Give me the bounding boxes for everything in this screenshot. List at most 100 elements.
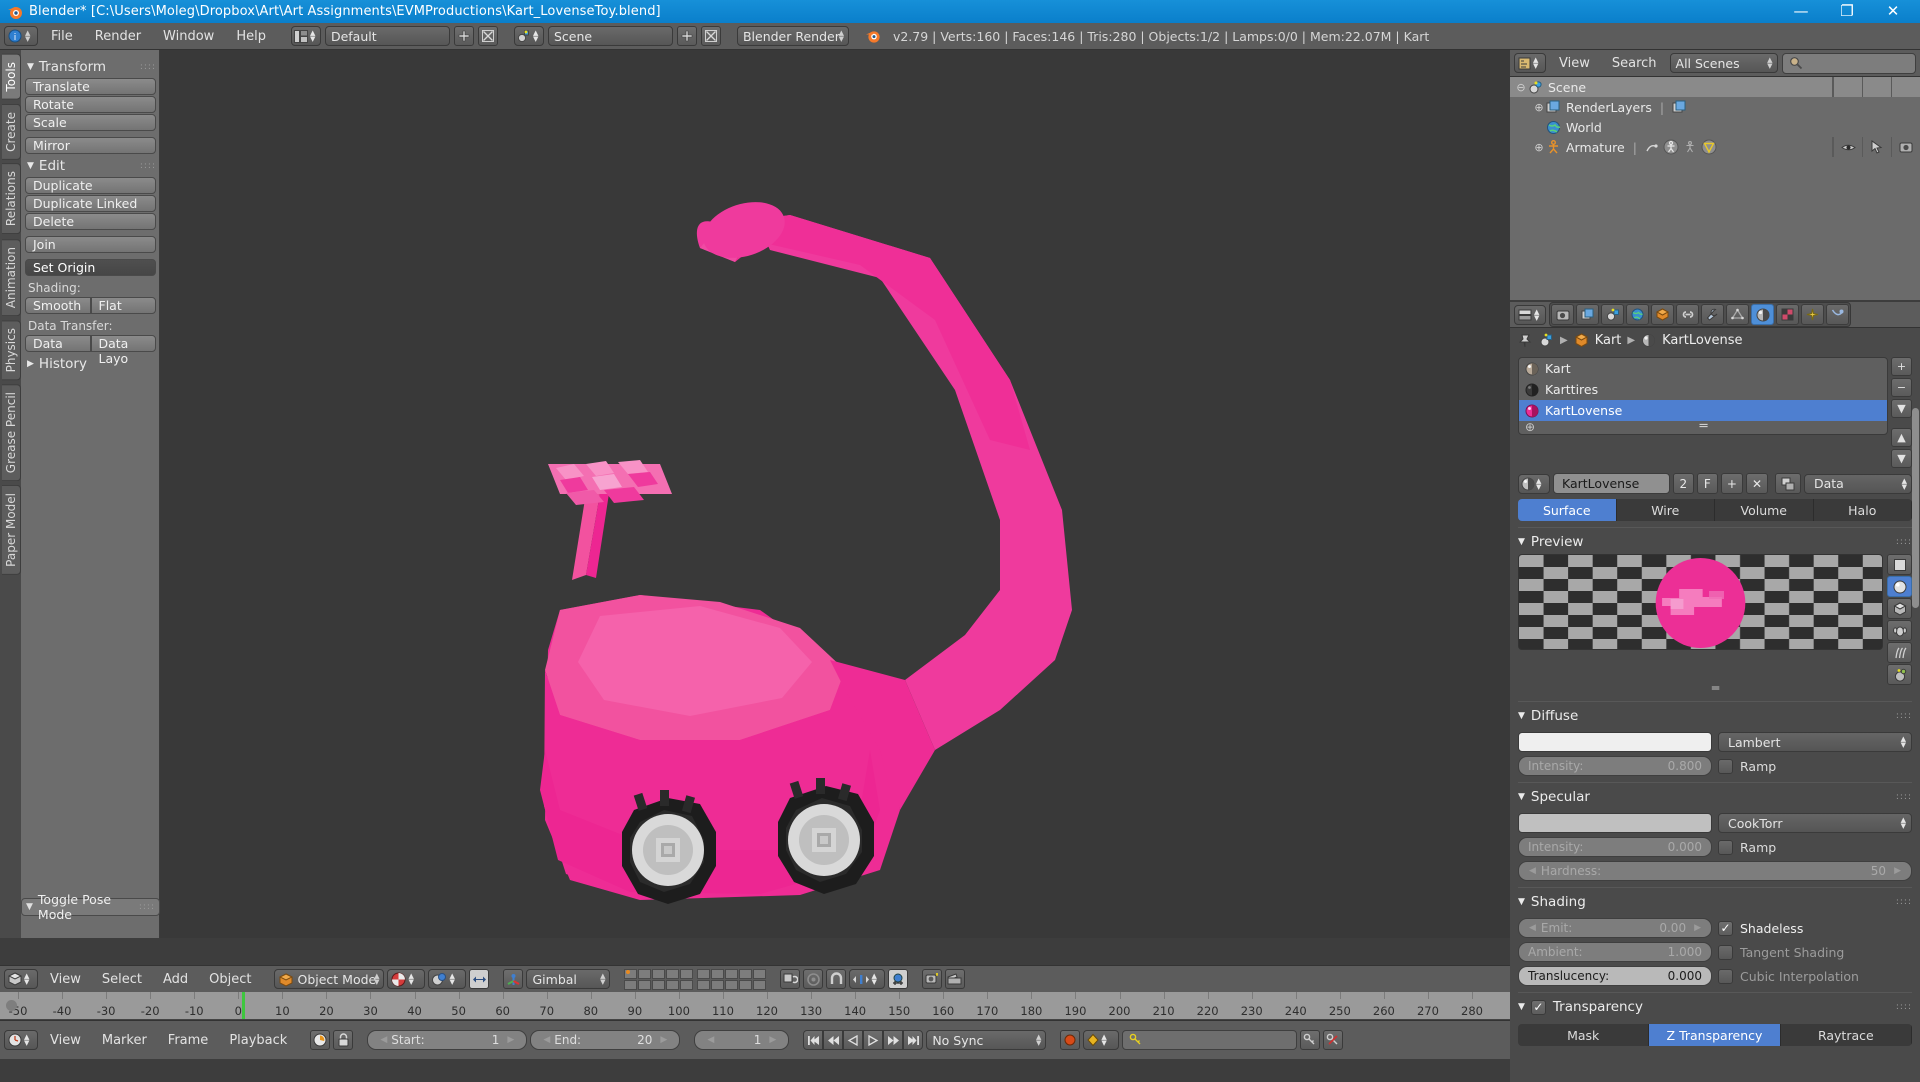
pivot-point-selector[interactable]: ▲ ▼ <box>428 969 467 989</box>
insert-keyframes-button[interactable] <box>1300 1030 1321 1050</box>
material-type-surface[interactable]: Surface <box>1518 499 1617 521</box>
restrict-select-toggle[interactable] <box>1862 137 1891 157</box>
armature-data-icon[interactable] <box>1663 139 1679 155</box>
preview-flat-button[interactable] <box>1887 554 1912 575</box>
transparency-mode-ztransp[interactable]: Z Transparency <box>1649 1024 1781 1046</box>
snap-magnet-toggle[interactable] <box>826 969 847 989</box>
active-keying-set-field[interactable] <box>1122 1030 1298 1050</box>
add-scene-button[interactable] <box>676 26 697 46</box>
tool-tab-animation[interactable]: Animation <box>2 238 21 316</box>
menu-help[interactable]: Help <box>227 27 275 46</box>
cubic-interpolation-row[interactable]: Cubic Interpolation <box>1718 966 1912 986</box>
timeline-menu-marker[interactable]: Marker <box>93 1031 156 1050</box>
material-slot-row[interactable]: Kart <box>1519 358 1887 379</box>
tab-scene[interactable] <box>1601 304 1624 325</box>
tool-tab-paper-model[interactable]: Paper Model <box>2 485 21 576</box>
menu-window[interactable]: Window <box>154 27 223 46</box>
material-type-volume[interactable]: Volume <box>1715 499 1814 521</box>
shadeless-row[interactable]: ✓ Shadeless <box>1718 918 1912 938</box>
material-slot-list-footer[interactable]: ⊕ ═ <box>1519 419 1887 434</box>
render-engine-selector[interactable]: Blender Render ▲ ▼ <box>736 26 849 46</box>
editor-type-selector-info[interactable]: i ▲ ▼ <box>4 26 38 46</box>
material-preview[interactable] <box>1518 554 1883 650</box>
translucency-field[interactable]: Translucency: 0.000 <box>1518 966 1712 986</box>
outliner-row-armature[interactable]: ⊕ Armature | <box>1510 137 1920 157</box>
panel-header-transform[interactable]: ▼ Transform :::: <box>25 56 156 78</box>
tool-tab-create[interactable]: Create <box>2 103 21 160</box>
tab-object[interactable] <box>1651 304 1674 325</box>
material-type-wire[interactable]: Wire <box>1616 499 1715 521</box>
object-icon[interactable] <box>1574 333 1589 348</box>
opengl-render-animation-button[interactable] <box>945 969 966 989</box>
diffuse-shader-selector[interactable]: Lambert ▲ ▼ <box>1718 732 1912 752</box>
editor-type-selector-view3d[interactable]: ▲ ▼ <box>4 969 38 989</box>
jump-to-end-button[interactable] <box>903 1030 924 1050</box>
ambient-field[interactable]: Ambient: 1.000 <box>1518 942 1712 962</box>
view3d-menu-select[interactable]: Select <box>93 970 151 989</box>
jump-to-start-button[interactable] <box>803 1030 824 1050</box>
menu-file[interactable]: File <box>42 27 82 46</box>
properties-scrollbar[interactable] <box>1912 408 1919 608</box>
close-button[interactable]: ✕ <box>1870 0 1916 23</box>
restrict-render-toggle[interactable] <box>1891 137 1920 157</box>
tool-tab-tools[interactable]: Tools <box>2 54 21 100</box>
tab-physics[interactable] <box>1826 304 1849 325</box>
snap-element-selector[interactable]: ▲ ▼ <box>849 969 886 989</box>
preview-hair-button[interactable] <box>1887 642 1912 663</box>
opengl-render-image-button[interactable] <box>922 969 943 989</box>
tab-modifiers[interactable] <box>1701 304 1724 325</box>
material-sphere-icon[interactable] <box>1641 333 1656 348</box>
outliner-display-mode-selector[interactable]: All Scenes ▲ ▼ <box>1669 53 1778 73</box>
view3d-menu-view[interactable]: View <box>41 970 90 989</box>
play-reverse-button[interactable] <box>843 1030 864 1050</box>
editor-type-selector-timeline[interactable]: ▲ ▼ <box>4 1030 38 1050</box>
specular-ramp-row[interactable]: Ramp <box>1718 837 1912 857</box>
collapse-icon[interactable]: ⊖ <box>1514 81 1528 94</box>
add-material-slot-button[interactable]: + <box>1891 357 1912 376</box>
join-button[interactable]: Join <box>25 236 156 253</box>
outliner-menu-view[interactable]: View <box>1550 54 1599 73</box>
use-preview-range-toggle[interactable] <box>310 1030 331 1050</box>
pin-icon[interactable] <box>1518 333 1533 348</box>
expand-icon[interactable]: ⊕ <box>1532 141 1546 154</box>
transparency-mode-raytrace[interactable]: Raytrace <box>1780 1024 1912 1046</box>
previous-keyframe-button[interactable] <box>823 1030 844 1050</box>
preview-sphere-button[interactable] <box>1887 576 1912 597</box>
outliner-row-scene[interactable]: ⊖ Scene <box>1510 77 1920 97</box>
specular-ramp-checkbox[interactable] <box>1718 839 1733 855</box>
screen-layout-icon-selector[interactable]: ▲ ▼ <box>290 26 321 46</box>
renderlayer-data-icon[interactable] <box>1672 100 1687 115</box>
fake-user-toggle[interactable]: F <box>1696 473 1718 494</box>
section-header-preview[interactable]: ▼ Preview :::: <box>1518 527 1912 554</box>
material-browse-selector[interactable]: ▲ ▼ <box>1518 473 1550 494</box>
snap-target-toggle[interactable] <box>888 969 909 989</box>
tab-data[interactable] <box>1726 304 1749 325</box>
add-slot-plus-icon[interactable]: ⊕ <box>1525 420 1535 434</box>
3d-viewport[interactable] <box>0 50 1510 938</box>
preview-resize-grip[interactable]: ═ <box>1518 681 1912 695</box>
translate-button[interactable]: Translate <box>25 78 156 95</box>
outliner-row-world[interactable]: World <box>1510 117 1920 137</box>
outliner-search-input[interactable] <box>1781 52 1916 74</box>
rotate-button[interactable]: Rotate <box>25 96 156 113</box>
shadeless-checkbox[interactable]: ✓ <box>1718 920 1733 936</box>
material-slot-list[interactable]: Kart Karttires KartLovense ⊕ ═ <box>1518 357 1888 435</box>
current-frame-field[interactable]: ◀ 1 ▶ <box>694 1030 790 1050</box>
tab-world[interactable] <box>1626 304 1649 325</box>
specular-hardness-field[interactable]: ◀ Hardness: 50 ▶ <box>1518 861 1912 881</box>
expand-icon[interactable]: ⊕ <box>1532 101 1546 114</box>
lock-camera-to-view-button[interactable] <box>780 969 801 989</box>
timeline-playhead[interactable] <box>241 992 245 1019</box>
armature-modifier-icon[interactable] <box>1645 140 1660 155</box>
armature-bone-cone-icon[interactable] <box>1701 139 1717 155</box>
end-frame-field[interactable]: ◀ End: 20 ▶ <box>530 1030 681 1050</box>
scene-field[interactable]: Scene <box>547 26 673 46</box>
set-origin-button[interactable]: Set Origin <box>25 259 156 276</box>
transform-orientation-icon[interactable] <box>503 969 524 989</box>
screen-layout-field[interactable]: Default <box>324 26 450 46</box>
preview-sphere-sky-button[interactable] <box>1887 664 1912 685</box>
flat-shading-button[interactable]: Flat <box>90 297 156 314</box>
outliner-row-renderlayers[interactable]: ⊕ RenderLayers | <box>1510 97 1920 117</box>
specular-color-swatch[interactable] <box>1518 813 1712 833</box>
editor-type-selector-properties[interactable]: ▲ ▼ <box>1514 304 1546 325</box>
